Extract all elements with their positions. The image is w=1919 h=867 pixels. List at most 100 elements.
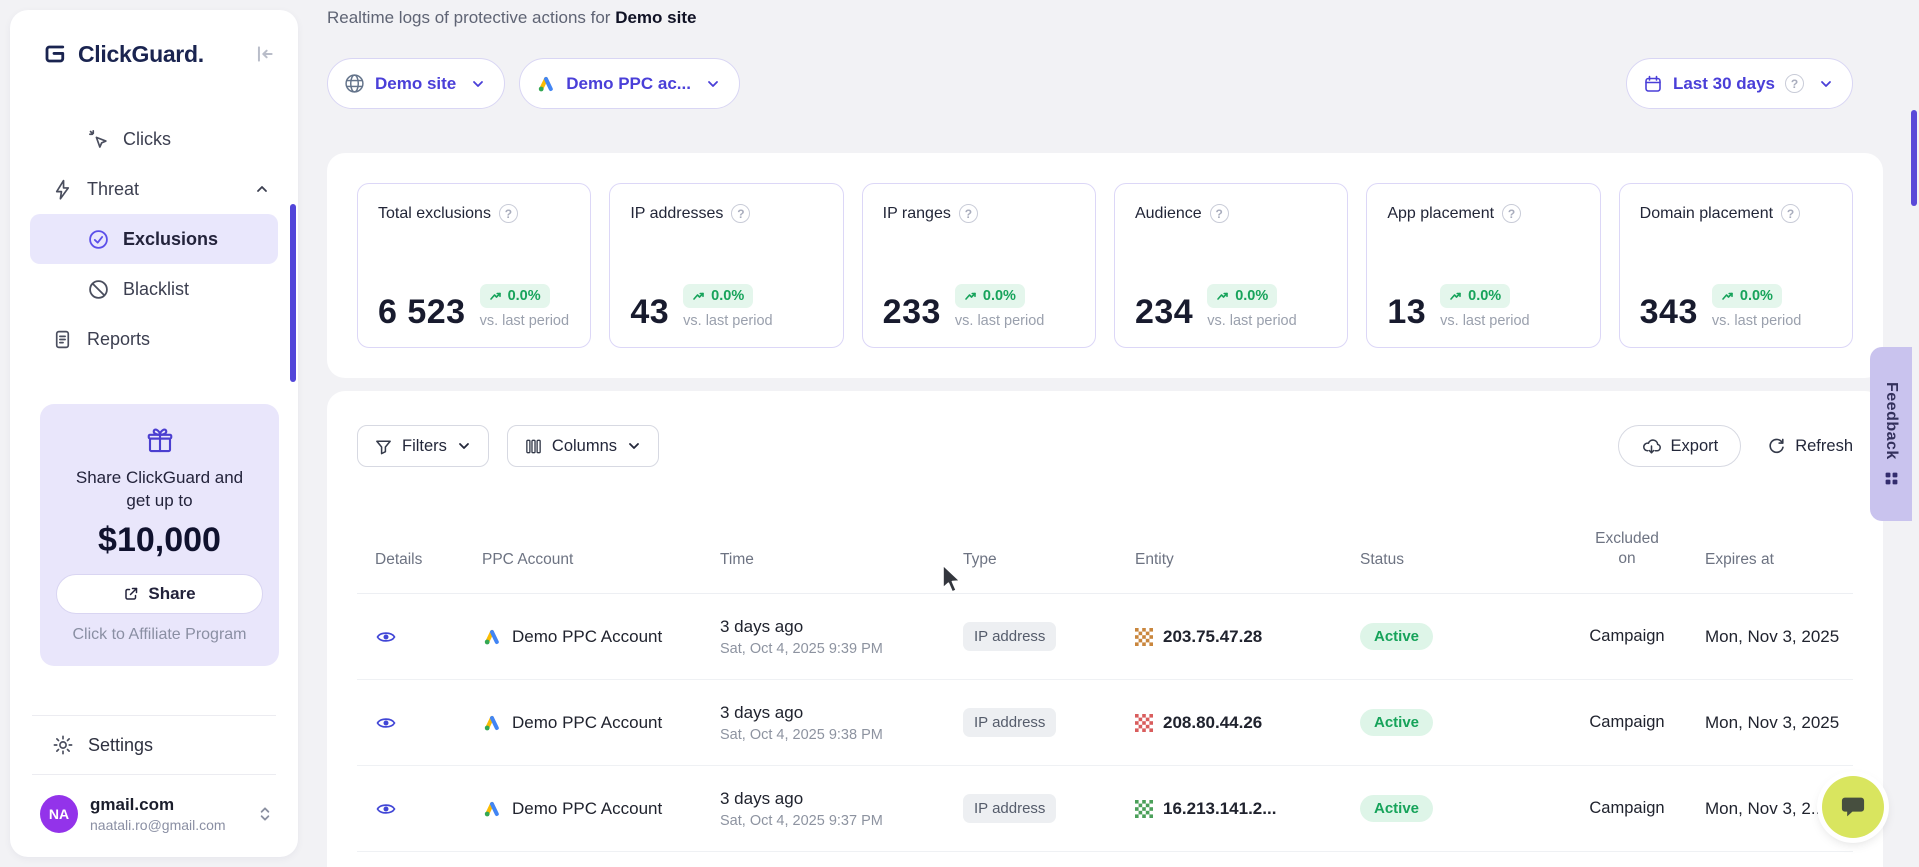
help-icon: ?	[1210, 204, 1229, 223]
page-subtitle: Realtime logs of protective actions for …	[327, 8, 1883, 28]
refresh-button[interactable]: Refresh	[1767, 425, 1853, 467]
row-excluded-on: Campaign	[1557, 627, 1697, 646]
row-time-relative: 3 days ago	[720, 703, 937, 723]
google-ads-icon	[482, 799, 502, 819]
row-status-badge: Active	[1360, 795, 1433, 822]
col-header-expires-at: Expires at	[1697, 551, 1862, 569]
stat-compare: vs. last period	[1207, 313, 1296, 329]
col-header-status: Status	[1332, 551, 1557, 569]
row-type-badge: IP address	[963, 794, 1056, 823]
stat-compare: vs. last period	[683, 313, 772, 329]
stat-compare: vs. last period	[1712, 313, 1801, 329]
trend-up-icon	[489, 289, 503, 303]
col-header-details: Details	[357, 551, 452, 569]
sidebar-item-label: Clicks	[123, 129, 171, 150]
row-status-badge: Active	[1360, 623, 1433, 650]
stat-value: 343	[1640, 295, 1698, 329]
chevron-up-icon	[254, 181, 270, 197]
user-menu[interactable]: NA gmail.com naatali.ro@gmail.com	[10, 775, 298, 857]
columns-icon	[524, 437, 543, 456]
sidebar-item-label: Reports	[87, 329, 150, 350]
subtitle-text: Realtime logs of protective actions for	[327, 8, 615, 27]
gear-icon	[52, 734, 74, 756]
sidebar-item-blacklist[interactable]: Blacklist	[10, 264, 298, 314]
row-entity: 208.80.44.26	[1163, 713, 1262, 733]
help-icon: ?	[959, 204, 978, 223]
stat-card-app-placement: App placement? 13 0.0% vs. last period	[1366, 183, 1600, 348]
feedback-tab[interactable]: Feedback	[1870, 347, 1912, 521]
columns-button[interactable]: Columns	[507, 425, 659, 467]
google-ads-icon	[482, 627, 502, 647]
stat-card-total-exclusions: Total exclusions? 6 523 0.0% vs. last pe…	[357, 183, 591, 348]
document-icon	[52, 329, 73, 350]
chat-button[interactable]	[1822, 776, 1884, 838]
row-account: Demo PPC Account	[512, 627, 662, 647]
account-selector[interactable]: Demo PPC ac...	[519, 58, 740, 109]
filters-label: Filters	[402, 437, 447, 456]
affiliate-program-link[interactable]: Click to Affiliate Program	[56, 626, 263, 644]
row-time-exact: Sat, Oct 4, 2025 9:39 PM	[720, 641, 937, 657]
trend-up-icon	[1721, 289, 1735, 303]
cursor-click-icon	[88, 129, 109, 150]
trend-value: 0.0%	[1468, 288, 1501, 304]
avatar: NA	[40, 795, 78, 833]
cloud-download-icon	[1641, 436, 1662, 457]
sidebar-scrollbar[interactable]	[290, 204, 296, 382]
row-time-exact: Sat, Oct 4, 2025 9:38 PM	[720, 727, 937, 743]
page-scrollbar[interactable]	[1911, 110, 1917, 206]
google-ads-icon	[536, 74, 556, 94]
row-details-eye-icon[interactable]	[375, 712, 397, 734]
columns-label: Columns	[552, 437, 617, 456]
sidebar-item-threat[interactable]: Threat	[10, 164, 298, 214]
chevron-down-icon	[626, 438, 642, 454]
account-selector-label: Demo PPC ac...	[566, 74, 691, 94]
table-row: 3 days ago	[357, 852, 1853, 867]
sidebar-item-exclusions[interactable]: Exclusions	[30, 214, 278, 264]
row-excluded-on: Campaign	[1557, 799, 1697, 818]
stat-label: Audience	[1135, 205, 1202, 223]
share-button-label: Share	[148, 584, 195, 604]
sidebar-item-reports[interactable]: Reports	[10, 314, 298, 364]
help-icon: ?	[1785, 74, 1804, 93]
row-entity: 16.213.141.2...	[1163, 799, 1276, 819]
sidebar-nav: Clicks Threat Exclusi	[10, 114, 298, 364]
date-range-selector[interactable]: Last 30 days ?	[1626, 58, 1853, 109]
col-header-ppc-account: PPC Account	[452, 551, 692, 569]
exclusions-table-panel: Filters Columns	[327, 391, 1883, 867]
promo-amount: $10,000	[56, 521, 263, 560]
filters-button[interactable]: Filters	[357, 425, 489, 467]
row-expires-at: Mon, Nov 3, 2025	[1697, 627, 1862, 647]
trend-up-icon	[1449, 289, 1463, 303]
help-icon: ?	[499, 204, 518, 223]
sidebar-item-clicks[interactable]: Clicks	[10, 114, 298, 164]
stat-label: App placement	[1387, 205, 1494, 223]
stats-panel: Total exclusions? 6 523 0.0% vs. last pe…	[327, 153, 1883, 378]
export-button[interactable]: Export	[1618, 425, 1742, 467]
chevron-down-icon	[456, 438, 472, 454]
row-details-eye-icon[interactable]	[375, 626, 397, 648]
promo-headline: Share ClickGuard and get up to	[70, 467, 250, 513]
stat-value: 234	[1135, 295, 1193, 329]
row-type-badge: IP address	[963, 622, 1056, 651]
user-email: naatali.ro@gmail.com	[90, 817, 226, 833]
row-account: Demo PPC Account	[512, 713, 662, 733]
share-button[interactable]: Share	[56, 574, 263, 614]
site-selector[interactable]: Demo site	[327, 58, 505, 109]
stat-label: IP addresses	[630, 205, 723, 223]
row-time-relative: 3 days ago	[720, 789, 937, 809]
user-name: gmail.com	[90, 795, 226, 815]
shield-check-icon	[88, 229, 109, 250]
row-status-badge: Active	[1360, 709, 1433, 736]
calendar-icon	[1643, 74, 1663, 94]
sidebar-collapse-icon[interactable]	[254, 43, 276, 65]
col-header-type: Type	[937, 551, 1107, 569]
trend-up-icon	[964, 289, 978, 303]
globe-icon	[344, 73, 365, 94]
stat-compare: vs. last period	[1440, 313, 1529, 329]
stat-compare: vs. last period	[480, 313, 569, 329]
col-header-time: Time	[692, 551, 937, 569]
stat-value: 43	[630, 295, 669, 329]
stat-card-ip-ranges: IP ranges? 233 0.0% vs. last period	[862, 183, 1096, 348]
row-details-eye-icon[interactable]	[375, 798, 397, 820]
sidebar-item-settings[interactable]: Settings	[10, 716, 298, 774]
